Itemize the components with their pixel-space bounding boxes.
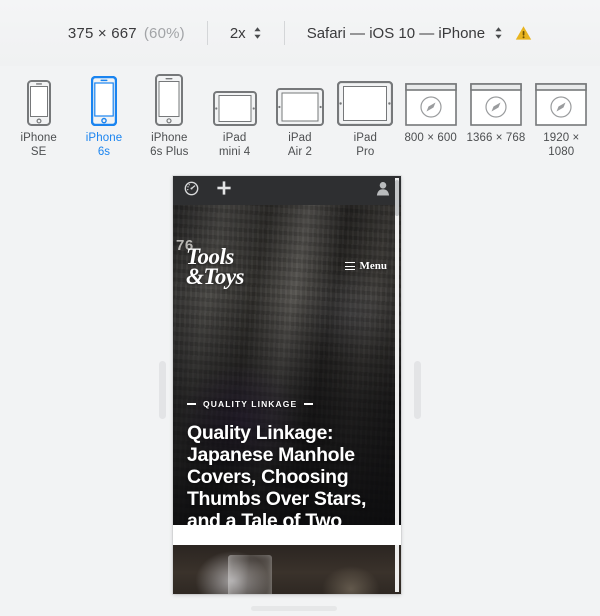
viewport-dimensions[interactable]: 375 × 667 (60%) (68, 25, 185, 42)
resize-handle-left[interactable] (159, 361, 166, 419)
safari-window-icon (470, 74, 522, 126)
kicker-dash-right (304, 403, 314, 405)
device-label: iPad Pro (353, 132, 378, 158)
device-label: iPad Air 2 (287, 132, 313, 158)
site-top-bar (173, 176, 401, 205)
article-kicker[interactable]: QUALITY LINKAGE (187, 399, 314, 409)
user-agent-stepper[interactable] (494, 26, 503, 40)
kicker-text: QUALITY LINKAGE (203, 399, 298, 409)
menu-button[interactable]: Menu (344, 260, 388, 272)
device-ipad-mini-4[interactable]: iPad mini 4 (202, 74, 267, 159)
preview-stage: 76 Tools &Toys Menu QUALITY LINKAGE Qual… (0, 163, 600, 616)
warning-triangle-icon[interactable] (515, 25, 532, 41)
ipad-icon (212, 74, 257, 126)
iphone-icon-selected (90, 74, 117, 126)
device-label: 800 × 600 (404, 132, 457, 144)
plus-icon[interactable] (216, 180, 232, 201)
content-separator (173, 525, 401, 545)
horizontal-scrollbar-thumb[interactable] (251, 606, 337, 611)
device-desktop-1920x1080[interactable]: 1920 × 1080 (529, 74, 594, 159)
hero-section[interactable]: 76 Tools &Toys Menu QUALITY LINKAGE Qual… (173, 205, 401, 525)
device-label: iPhone 6s Plus (150, 132, 189, 158)
viewport-scrollbar-track[interactable] (395, 178, 399, 592)
hamburger-icon (344, 262, 355, 270)
device-ipad-pro[interactable]: iPad Pro (333, 74, 398, 159)
device-iphone-6s-plus[interactable]: iPhone 6s Plus (137, 74, 202, 159)
hero-content: 76 Tools &Toys Menu QUALITY LINKAGE Qual… (173, 205, 401, 525)
logo-line-2: &Toys (186, 264, 245, 289)
speedometer-icon[interactable] (184, 181, 199, 201)
site-logo[interactable]: Tools &Toys (186, 245, 245, 289)
resize-handle-right[interactable] (414, 361, 421, 419)
device-iphone-se[interactable]: iPhone SE (6, 74, 71, 159)
device-ipad-air-2[interactable]: iPad Air 2 (267, 74, 332, 159)
viewport-scrollbar-thumb[interactable] (395, 180, 399, 216)
website-viewport[interactable]: 76 Tools &Toys Menu QUALITY LINKAGE Qual… (173, 176, 401, 594)
scale-group[interactable]: 2x (230, 25, 262, 42)
responsive-design-mode-toolbar: 375 × 667 (60%) 2x Safari — iOS 10 — iPho… (0, 0, 600, 66)
ipad-icon (337, 74, 394, 126)
toolbar-divider-2 (283, 21, 285, 45)
dimensions-value: 375 × 667 (67, 24, 137, 42)
device-label: iPad mini 4 (219, 132, 251, 158)
device-label: 1920 × 1080 (543, 132, 580, 158)
user-agent-label: Safari — iOS 10 — iPhone (306, 24, 486, 42)
dimensions-group[interactable]: 375 × 667 (60%) (68, 25, 185, 42)
article-headline[interactable]: Quality Linkage: Japanese Manhole Covers… (187, 422, 387, 525)
person-icon[interactable] (376, 181, 390, 201)
scale-value: 2x (229, 24, 246, 42)
device-preview-frame: 76 Tools &Toys Menu QUALITY LINKAGE Qual… (173, 176, 401, 594)
device-desktop-800x600[interactable]: 800 × 600 (398, 74, 463, 146)
iphone-icon (155, 74, 184, 126)
zoom-percent: (60%) (143, 24, 185, 42)
scale-stepper[interactable] (253, 26, 262, 40)
safari-window-icon (535, 74, 588, 126)
device-label: iPhone SE (20, 132, 57, 158)
ipad-icon (275, 74, 324, 126)
device-desktop-1366x768[interactable]: 1366 × 768 (463, 74, 528, 146)
device-label: iPhone 6s (85, 132, 123, 158)
toolbar-divider-1 (206, 21, 208, 45)
kicker-dash-left (187, 403, 196, 405)
device-iphone-6s[interactable]: iPhone 6s (71, 74, 136, 159)
user-agent-group[interactable]: Safari — iOS 10 — iPhone (307, 25, 532, 42)
safari-window-icon (404, 74, 457, 126)
device-selector-strip: iPhone SE iPhone 6s iPhone 6s Plus iPad … (0, 66, 600, 162)
next-article-photo[interactable] (173, 545, 401, 594)
iphone-icon (26, 74, 51, 126)
menu-label: Menu (359, 260, 388, 272)
device-label: 1366 × 768 (466, 132, 526, 144)
